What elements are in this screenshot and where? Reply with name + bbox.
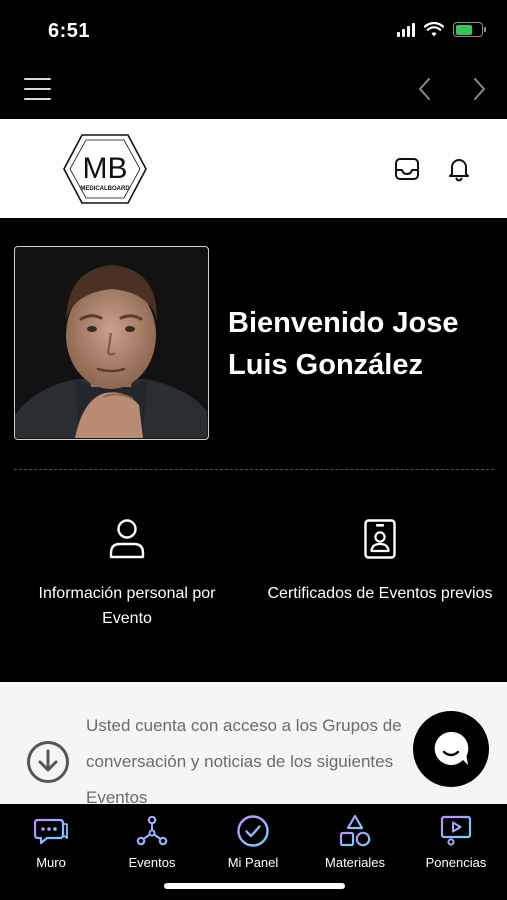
- avatar[interactable]: [14, 246, 209, 440]
- chat-icon: [34, 818, 68, 845]
- status-bar: 6:51: [0, 0, 507, 62]
- id-badge-icon: [364, 519, 396, 559]
- profile-photo: [15, 247, 207, 438]
- home-indicator: [164, 883, 345, 889]
- app-header: MB MEDICALBOARD: [0, 119, 507, 218]
- tab-ponencias[interactable]: Ponencias: [406, 814, 506, 870]
- section-divider: [14, 469, 494, 470]
- welcome-heading: Bienvenido Jose Luis González: [228, 307, 459, 381]
- tab-materiales[interactable]: Materiales: [305, 814, 405, 870]
- presentation-icon: [440, 815, 472, 846]
- medicalboard-logo[interactable]: MB MEDICALBOARD: [62, 132, 148, 206]
- battery-level: [455, 24, 472, 35]
- tab-muro[interactable]: Muro: [1, 814, 101, 870]
- status-icons: [397, 22, 486, 37]
- profile-section: Bienvenido Jose Luis González Informació…: [0, 218, 507, 682]
- chat-bubble-icon: [434, 731, 469, 765]
- logo-monogram: MB: [83, 152, 128, 185]
- battery-icon: [453, 22, 486, 37]
- hamburger-menu-icon[interactable]: [24, 78, 51, 100]
- shapes-icon: [339, 814, 371, 847]
- signal-icon: [397, 22, 415, 37]
- chevron-right-icon[interactable]: [467, 76, 491, 102]
- tab-mi-panel-label: Mi Panel: [227, 855, 279, 870]
- chevron-left-icon[interactable]: [413, 76, 437, 102]
- certificates-label: Certificados de Eventos previos: [267, 585, 493, 602]
- user-icon: [109, 519, 145, 559]
- check-circle-icon: [237, 815, 269, 847]
- tab-mi-panel[interactable]: Mi Panel: [203, 814, 303, 870]
- download-circle-icon[interactable]: [26, 740, 70, 784]
- inbox-icon[interactable]: [393, 155, 421, 183]
- tab-eventos-label: Eventos: [128, 855, 176, 870]
- certificates-button[interactable]: Certificados de Eventos previos: [265, 518, 495, 606]
- chat-launcher-button[interactable]: [413, 711, 489, 787]
- personal-info-button[interactable]: Información personal por Evento: [12, 518, 242, 631]
- logo-wordmark: MEDICALBOARD: [80, 186, 130, 192]
- top-navigation: [0, 62, 507, 119]
- wifi-icon: [424, 22, 444, 37]
- network-icon: [136, 815, 168, 846]
- tab-eventos[interactable]: Eventos: [102, 814, 202, 870]
- tab-ponencias-label: Ponencias: [425, 855, 487, 870]
- event-groups-text: Usted cuenta con acceso a los Grupos de …: [86, 716, 402, 804]
- personal-info-label: Información personal por Evento: [38, 585, 216, 627]
- tab-materiales-label: Materiales: [325, 855, 385, 870]
- bell-icon[interactable]: [445, 155, 473, 183]
- status-time: 6:51: [48, 20, 91, 42]
- tab-muro-label: Muro: [36, 855, 66, 870]
